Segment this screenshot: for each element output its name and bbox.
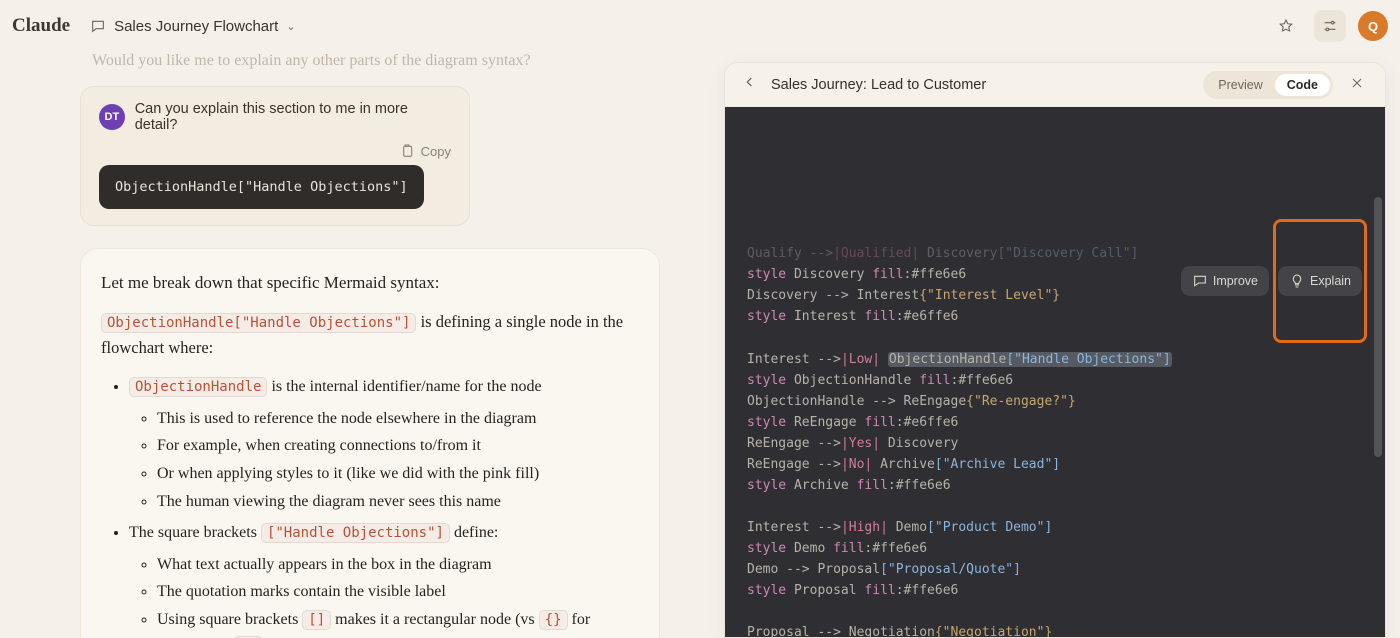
b1-sub-0: This is used to reference the node elsew… [157, 406, 629, 432]
b1-sub-2: Or when applying styles to it (like we d… [157, 461, 629, 487]
scrollbar[interactable] [1374, 197, 1382, 457]
code-line[interactable]: style ReEngage fill:#e6ffe6 [747, 412, 1363, 433]
panel-header: Sales Journey: Lead to Customer Preview … [725, 63, 1385, 107]
b1-tail: is the internal identifier/name for the … [271, 378, 541, 395]
code-line[interactable]: Interest -->|High| Demo["Product Demo"] [747, 517, 1363, 538]
user-msg-avatar: DT [99, 104, 125, 130]
code-line[interactable]: style Archive fill:#ffe6e6 [747, 475, 1363, 496]
explain-highlight-box: Explain [1273, 219, 1367, 343]
user-msg-text: Can you explain this section to me in mo… [135, 101, 451, 133]
b2-sub-1: The quotation marks contain the visible … [157, 579, 629, 605]
code-panel: Sales Journey: Lead to Customer Preview … [724, 62, 1386, 638]
panel-title: Sales Journey: Lead to Customer [771, 77, 986, 93]
chat-bubble-icon [1192, 273, 1208, 289]
user-code-block: ObjectionHandle["Handle Objections"] [99, 165, 424, 209]
b2-code: ["Handle Objections"] [261, 523, 450, 543]
b2-c2: {} [539, 610, 568, 630]
assistant-message: Let me break down that specific Mermaid … [80, 248, 660, 638]
assistant-intro: Let me break down that specific Mermaid … [101, 273, 629, 293]
code-area[interactable]: Improve Explain Qualify -->|Qualified| D… [725, 107, 1385, 637]
code-line[interactable] [747, 601, 1363, 622]
b2-post: define: [454, 524, 498, 541]
code-def: ObjectionHandle["Handle Objections"] [101, 313, 416, 333]
b1-sub-1: For example, when creating connections t… [157, 433, 629, 459]
back-button[interactable] [739, 74, 761, 95]
assistant-lead: ObjectionHandle["Handle Objections"] is … [101, 309, 629, 360]
code-line[interactable]: ReEngage -->|No| Archive["Archive Lead"] [747, 454, 1363, 475]
code-line[interactable]: Interest -->|Low| ObjectionHandle["Handl… [747, 349, 1363, 370]
code-line[interactable]: style ObjectionHandle fill:#ffe6e6 [747, 370, 1363, 391]
selection-actions: Improve Explain [1181, 219, 1367, 343]
b2-last-pre: Using square brackets [157, 611, 302, 628]
code-line[interactable]: Demo --> Proposal["Proposal/Quote"] [747, 559, 1363, 580]
close-icon [1349, 75, 1365, 91]
code-line[interactable]: Proposal --> Negotiation{"Negotiation"} [747, 622, 1363, 637]
close-panel-button[interactable] [1343, 71, 1371, 99]
workspace: Would you like me to explain any other p… [0, 0, 1400, 638]
lightbulb-icon [1289, 273, 1305, 289]
conversation-column: Would you like me to explain any other p… [0, 0, 725, 638]
prev-assistant-line: Would you like me to explain any other p… [92, 52, 701, 70]
seg-code[interactable]: Code [1275, 74, 1330, 96]
bullet-2: The square brackets ["Handle Objections"… [129, 520, 629, 638]
b2-sub-2: Using square brackets [] makes it a rect… [157, 607, 629, 638]
code-line[interactable]: Qualify -->|Qualified| Discovery["Discov… [747, 243, 1363, 264]
code-line[interactable]: ReEngage -->|Yes| Discovery [747, 433, 1363, 454]
b1-sub-3: The human viewing the diagram never sees… [157, 489, 629, 515]
code-line[interactable] [747, 496, 1363, 517]
copy-button[interactable]: Copy [99, 143, 451, 159]
user-message: DT Can you explain this section to me in… [80, 86, 470, 226]
code-line[interactable]: style Proposal fill:#ffe6e6 [747, 580, 1363, 601]
bullet-1: ObjectionHandle is the internal identifi… [129, 374, 629, 514]
seg-preview[interactable]: Preview [1206, 74, 1274, 96]
improve-label: Improve [1213, 271, 1258, 291]
b2-sub-0: What text actually appears in the box in… [157, 552, 629, 578]
improve-button[interactable]: Improve [1181, 266, 1269, 296]
copy-label: Copy [421, 144, 451, 159]
code-line[interactable]: ObjectionHandle --> ReEngage{"Re-engage?… [747, 391, 1363, 412]
b2-last-mid: makes it a rectangular node (vs [335, 611, 538, 628]
b2-c1: [] [302, 610, 331, 630]
b2-pre: The square brackets [129, 524, 261, 541]
explain-label: Explain [1310, 271, 1351, 291]
code-line[interactable]: style Demo fill:#ffe6e6 [747, 538, 1363, 559]
clipboard-icon [399, 143, 415, 159]
explain-button[interactable]: Explain [1278, 266, 1362, 296]
arrow-left-icon [742, 74, 758, 90]
b1-code: ObjectionHandle [129, 377, 267, 397]
preview-code-toggle[interactable]: Preview Code [1203, 71, 1333, 99]
